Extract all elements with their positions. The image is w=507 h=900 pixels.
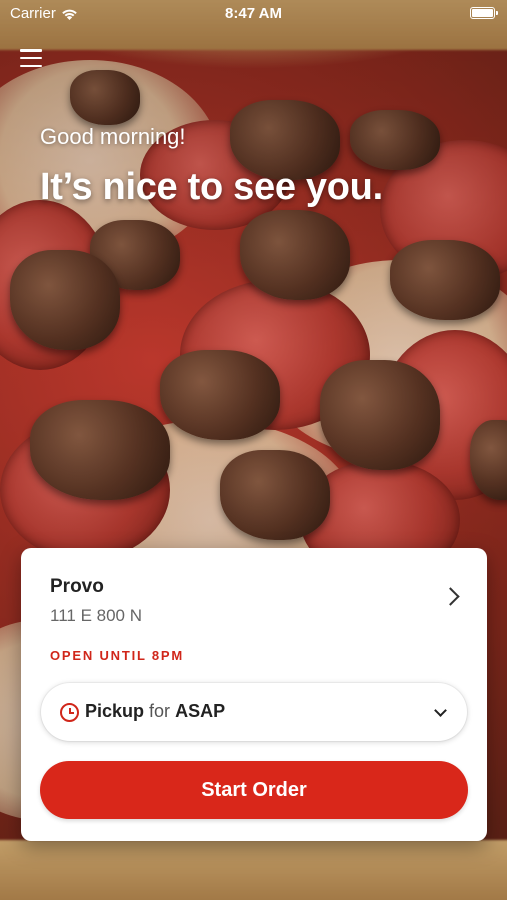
status-time: 8:47 AM (225, 5, 282, 22)
welcome-headline: It’s nice to see you. (40, 166, 383, 208)
status-bar: Carrier 8:47 AM (0, 0, 507, 28)
order-type-text: Pickup for ASAP (85, 701, 225, 722)
battery-icon (470, 7, 498, 19)
clock-icon (60, 703, 79, 722)
battery-level (472, 9, 493, 17)
store-city: Provo (50, 576, 104, 597)
chevron-down-icon (434, 704, 447, 717)
order-connector: for (149, 701, 171, 721)
order-type-selector[interactable]: Pickup for ASAP (41, 683, 467, 741)
order-time: ASAP (175, 701, 226, 721)
order-card: Provo 111 E 800 N OPEN UNTIL 8PM Pickup … (21, 548, 487, 841)
store-address: 111 E 800 N (50, 606, 142, 625)
order-method: Pickup (85, 701, 145, 721)
start-order-button[interactable]: Start Order (40, 761, 468, 819)
greeting-text: Good morning! (40, 124, 186, 149)
store-location-row[interactable]: Provo 111 E 800 N (21, 548, 487, 628)
hamburger-menu-icon[interactable] (20, 48, 42, 68)
chevron-right-icon (441, 587, 460, 606)
store-hours: OPEN UNTIL 8PM (50, 648, 185, 663)
